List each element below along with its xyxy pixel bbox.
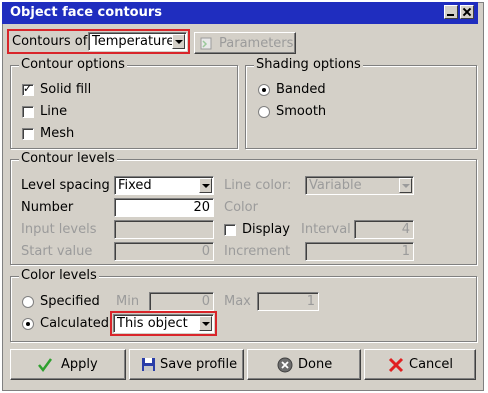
line-color-select[interactable]: Variable bbox=[305, 176, 414, 195]
interval-input[interactable]: 4 bbox=[354, 220, 414, 239]
parameters-button[interactable]: Parameters bbox=[194, 32, 296, 54]
line-checkbox[interactable] bbox=[22, 106, 34, 118]
increment-value: 1 bbox=[401, 244, 410, 259]
shading-options-legend: Shading options bbox=[254, 57, 363, 72]
contours-of-select[interactable]: Temperature bbox=[88, 32, 187, 51]
specified-radio[interactable] bbox=[22, 296, 34, 308]
calculated-label: Calculated bbox=[40, 316, 109, 331]
calculated-select[interactable]: This object bbox=[113, 314, 214, 333]
level-spacing-value: Fixed bbox=[118, 178, 152, 193]
apply-button[interactable]: Apply bbox=[10, 349, 126, 380]
banded-label: Banded bbox=[276, 82, 326, 97]
done-icon bbox=[277, 357, 293, 373]
color-levels-group: Color levels bbox=[10, 268, 477, 342]
minimize-icon[interactable] bbox=[444, 5, 458, 19]
interval-label: Interval bbox=[301, 222, 351, 237]
mesh-label: Mesh bbox=[40, 126, 75, 141]
banded-radio[interactable] bbox=[258, 84, 270, 96]
number-value: 20 bbox=[193, 200, 210, 215]
save-profile-label: Save profile bbox=[160, 357, 238, 372]
checkmark-icon bbox=[38, 358, 53, 373]
solid-fill-label: Solid fill bbox=[40, 82, 92, 97]
smooth-label: Smooth bbox=[276, 104, 327, 119]
title-bar[interactable]: Object face contours bbox=[2, 2, 478, 24]
min-input[interactable]: 0 bbox=[149, 292, 214, 311]
display-label: Display bbox=[242, 222, 290, 237]
line-label: Line bbox=[40, 104, 68, 119]
cancel-label: Cancel bbox=[409, 357, 454, 372]
contours-of-value: Temperature bbox=[92, 34, 175, 49]
contours-of-label: Contours of bbox=[12, 34, 88, 49]
level-spacing-select[interactable]: Fixed bbox=[114, 176, 214, 195]
chevron-down-icon[interactable] bbox=[399, 178, 412, 193]
cancel-button[interactable]: Cancel bbox=[364, 349, 476, 380]
cancel-x-icon bbox=[388, 357, 404, 373]
level-spacing-label: Level spacing bbox=[21, 178, 110, 193]
max-input[interactable]: 1 bbox=[257, 292, 319, 311]
done-button[interactable]: Done bbox=[247, 349, 361, 380]
color-levels-legend: Color levels bbox=[19, 268, 99, 283]
input-levels-label: Input levels bbox=[21, 222, 97, 237]
max-label: Max bbox=[224, 294, 251, 309]
start-value-label: Start value bbox=[21, 244, 93, 259]
calculated-value: This object bbox=[117, 316, 188, 331]
input-levels-input[interactable] bbox=[114, 220, 214, 239]
start-value-input[interactable]: 0 bbox=[114, 242, 214, 261]
calculated-radio[interactable] bbox=[22, 318, 34, 330]
chevron-down-icon[interactable] bbox=[199, 316, 212, 331]
parameters-icon bbox=[200, 37, 212, 50]
increment-label: Increment bbox=[224, 244, 291, 259]
number-label: Number bbox=[21, 200, 74, 215]
color-label: Color bbox=[224, 200, 258, 215]
chevron-down-icon[interactable] bbox=[199, 178, 212, 193]
start-value-value: 0 bbox=[201, 244, 210, 259]
increment-input[interactable]: 1 bbox=[305, 242, 414, 261]
contour-levels-legend: Contour levels bbox=[19, 151, 117, 166]
parameters-label: Parameters bbox=[219, 36, 294, 51]
min-label: Min bbox=[116, 294, 140, 309]
line-color-label: Line color: bbox=[224, 178, 292, 193]
interval-value: 4 bbox=[401, 222, 410, 237]
max-value: 1 bbox=[306, 294, 315, 309]
done-label: Done bbox=[298, 357, 333, 372]
apply-label: Apply bbox=[61, 357, 98, 372]
close-icon[interactable] bbox=[460, 5, 474, 19]
number-input[interactable]: 20 bbox=[114, 198, 214, 217]
dialog-title: Object face contours bbox=[10, 5, 162, 20]
chevron-down-icon[interactable] bbox=[172, 34, 185, 49]
display-checkbox[interactable] bbox=[224, 224, 236, 236]
floppy-disk-icon bbox=[142, 358, 155, 371]
smooth-radio[interactable] bbox=[258, 106, 270, 118]
mesh-checkbox[interactable] bbox=[22, 128, 34, 140]
solid-fill-checkbox[interactable] bbox=[22, 82, 34, 96]
line-color-value: Variable bbox=[309, 178, 362, 193]
specified-label: Specified bbox=[40, 294, 100, 309]
min-value: 0 bbox=[201, 294, 210, 309]
save-profile-button[interactable]: Save profile bbox=[129, 349, 244, 380]
contour-options-legend: Contour options bbox=[19, 57, 127, 72]
